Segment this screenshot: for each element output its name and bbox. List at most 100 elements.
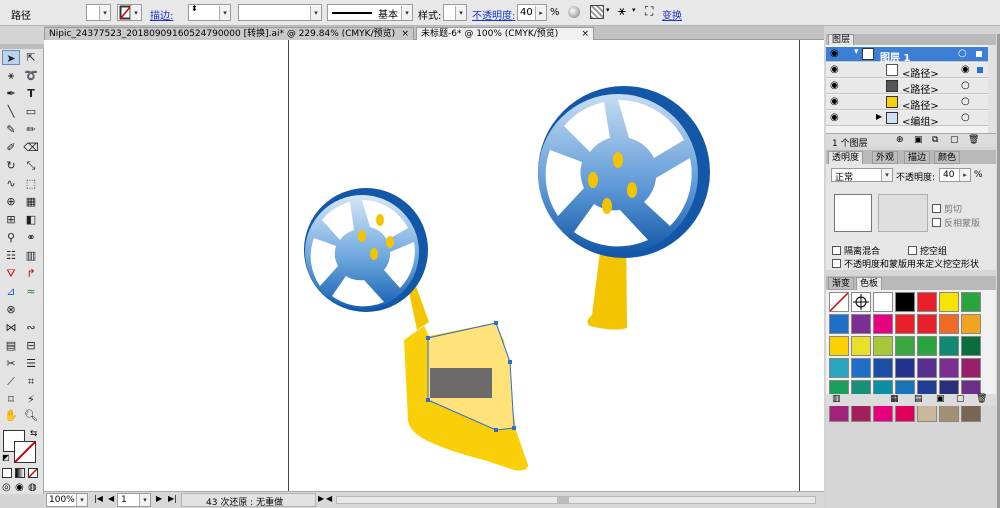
live-paint-bucket-icon[interactable]: ⛛	[2, 266, 20, 281]
color-swatch[interactable]	[961, 336, 981, 356]
color-swatch[interactable]	[917, 336, 937, 356]
stroke-swatch[interactable]	[14, 441, 36, 463]
eraser-tool-icon[interactable]: ⌫	[22, 140, 40, 155]
target-icon[interactable]: ○	[961, 96, 970, 107]
color-swatch[interactable]	[939, 314, 959, 334]
color-swatch[interactable]	[851, 314, 871, 334]
tab-stroke[interactable]: 描边	[904, 151, 931, 164]
recolor-artwork-icon[interactable]	[568, 6, 580, 18]
variable-width-profile[interactable]: ▾	[238, 4, 322, 21]
opacity-mask-knockout-checkbox[interactable]	[832, 259, 841, 268]
type-tool-icon[interactable]: T	[22, 86, 40, 101]
blend-tool-icon[interactable]: ⚭	[22, 230, 40, 245]
layers-panel-header[interactable]: 图层	[826, 34, 996, 45]
color-swatch[interactable]	[939, 336, 959, 356]
direct-selection-tool-icon[interactable]: ⇱	[22, 50, 40, 65]
color-swatch[interactable]	[895, 336, 915, 356]
artboard-tool-icon[interactable]: ⊿	[2, 284, 20, 299]
knife-tool-icon[interactable]: ☰	[22, 356, 40, 371]
none-mode-icon[interactable]	[28, 468, 38, 478]
stroke-weight-field[interactable]: ⬍ ▾	[188, 4, 231, 21]
pencil-tool-icon[interactable]: ✏	[22, 122, 40, 137]
eye-icon[interactable]: ◉	[830, 48, 839, 59]
draw-normal-icon[interactable]: ◎	[2, 482, 11, 493]
symbol-sprayer-tool-icon[interactable]: ☷	[2, 248, 20, 263]
live-paint-selection-icon[interactable]: ↱	[22, 266, 40, 281]
isolate-selection-icon[interactable]: ⛶	[645, 4, 653, 19]
status-info[interactable]: 43 次还原 : 无重做	[181, 493, 316, 508]
color-swatch[interactable]	[917, 314, 937, 334]
eye-icon[interactable]: ◉	[830, 96, 839, 107]
color-swatch[interactable]	[917, 358, 937, 378]
color-swatch[interactable]	[829, 314, 849, 334]
new-layer-icon[interactable]: ▢	[950, 135, 959, 145]
color-swatch[interactable]	[895, 314, 915, 334]
zoom-select[interactable]: 100% ▾	[46, 493, 88, 507]
opacity-link[interactable]: 不透明度:	[472, 7, 515, 22]
scale-tool-icon[interactable]: ⤡	[22, 158, 40, 173]
graphic-style-picker[interactable]: ▾	[443, 4, 467, 21]
appearance-target-icon[interactable]: ◉	[961, 64, 970, 75]
delete-swatch-icon[interactable]: 🗑︎	[976, 394, 987, 404]
swatch-libraries-icon[interactable]: ▥	[832, 394, 841, 404]
lasso-tool-icon[interactable]: ➰	[22, 68, 40, 83]
perspective-grid-tool-icon[interactable]: ▦	[22, 194, 40, 209]
artboard-number-select[interactable]: 1 ▾	[117, 493, 151, 507]
line-tool-icon[interactable]: ╲	[2, 104, 20, 119]
new-color-group-icon[interactable]: ▣	[936, 394, 945, 404]
rectangle-tool-icon[interactable]: ▭	[22, 104, 40, 119]
crop-tool-icon[interactable]: ⌗	[22, 374, 40, 389]
magic-wand-icon[interactable]: ⚹	[618, 4, 626, 19]
blend-mode-select[interactable]: 正常 ▾	[831, 168, 893, 183]
measure-tool-icon[interactable]: ⟋	[2, 374, 20, 389]
invert-mask-checkbox[interactable]	[932, 218, 941, 227]
tab-swatches[interactable]: 色板	[856, 277, 883, 290]
column-graph-tool-icon[interactable]: ▥	[22, 248, 40, 263]
screen-mode-full-icon[interactable]: ∾	[22, 320, 40, 335]
warp-tool-icon[interactable]: ∿	[2, 176, 20, 191]
color-swatch[interactable]	[873, 292, 893, 312]
swatch-registration[interactable]	[851, 292, 871, 312]
target-icon[interactable]: ○	[958, 48, 967, 59]
color-swatch[interactable]	[895, 358, 915, 378]
default-fill-stroke-icon[interactable]: ◩	[2, 453, 10, 462]
color-swatch[interactable]	[961, 314, 981, 334]
layer-row[interactable]: ◉ <路径> ○	[826, 79, 994, 96]
color-swatch[interactable]	[939, 292, 959, 312]
tab-gradient[interactable]: 渐变	[828, 277, 855, 290]
locate-object-icon[interactable]: ⊕	[896, 135, 904, 145]
color-swatch[interactable]	[873, 314, 893, 334]
close-icon[interactable]: ×	[401, 28, 409, 40]
tab-appearance[interactable]: 外观	[872, 151, 899, 164]
new-swatch-icon[interactable]: ▢	[956, 394, 965, 404]
left-reel[interactable]	[304, 188, 428, 312]
next-artboard-icon[interactable]: ▶	[156, 494, 162, 503]
transform-link[interactable]: 变换	[662, 7, 682, 22]
align-to-icon[interactable]	[590, 5, 604, 19]
rotate-tool-icon[interactable]: ↻	[2, 158, 20, 173]
knockout-group-checkbox[interactable]	[908, 246, 917, 255]
mesh-tool-icon[interactable]: ⊞	[2, 212, 20, 227]
isolate-blending-checkbox[interactable]	[832, 246, 841, 255]
paintbrush-tool-icon[interactable]: ✎	[2, 122, 20, 137]
target-icon[interactable]: ○	[961, 112, 970, 123]
toolbox-grip[interactable]	[0, 44, 44, 49]
graph-tool-icon[interactable]: ▤	[2, 338, 20, 353]
draw-inside-icon[interactable]: ◍	[28, 482, 37, 493]
tab-document-1[interactable]: Nipic_24377523_20180909160524790000 [转换]…	[44, 27, 414, 40]
screen-mode-normal-icon[interactable]: ⋈	[2, 320, 20, 335]
color-swatch[interactable]	[961, 292, 981, 312]
projector-screen[interactable]	[430, 368, 492, 398]
fill-color-swatch[interactable]: ▾	[86, 4, 111, 21]
layer-row[interactable]: ◉ <路径> ◉	[826, 63, 994, 80]
tab-layers[interactable]: 图层	[828, 34, 855, 45]
stroke-color-swatch[interactable]: ▾	[117, 4, 142, 21]
eye-icon[interactable]: ◉	[830, 80, 839, 91]
new-sublayer-icon[interactable]: ⧉	[932, 135, 938, 145]
selection-tool-icon[interactable]: ➤	[2, 50, 20, 65]
swatch-options-icon[interactable]: ▤	[914, 394, 923, 404]
color-swatch[interactable]	[939, 358, 959, 378]
tab-color[interactable]: 颜色	[934, 151, 961, 164]
delete-layer-icon[interactable]: 🗑︎	[968, 135, 979, 145]
eye-icon[interactable]: ◉	[830, 64, 839, 75]
